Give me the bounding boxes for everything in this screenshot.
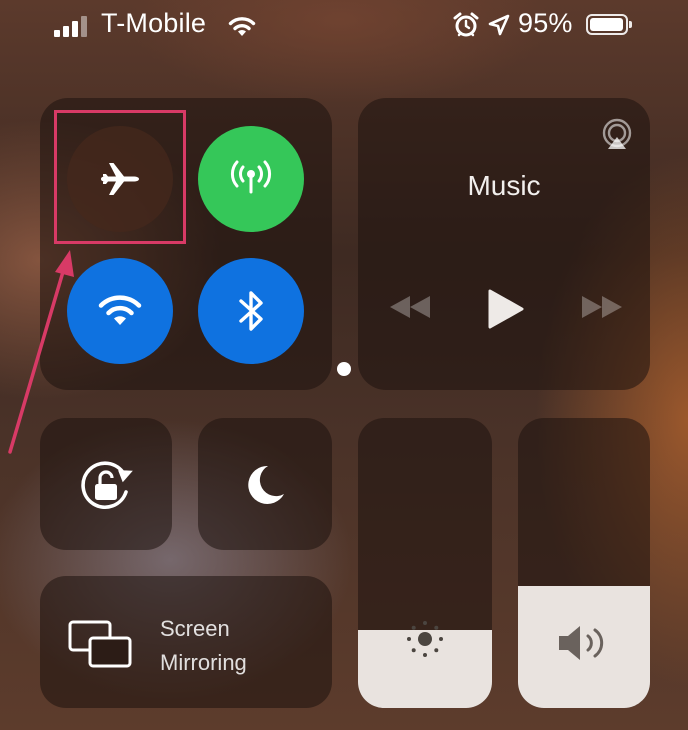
do-not-disturb-button[interactable] [198,418,332,550]
sun-icon [407,621,443,657]
screen-mirroring-button[interactable]: Screen Mirroring [40,576,332,708]
screen-mirroring-label-line1: Screen [160,616,230,641]
wifi-icon [98,295,142,325]
brightness-slider[interactable] [358,418,492,708]
cellular-data-button[interactable] [198,126,304,232]
airplane-highlight-box [54,110,186,244]
rotation-lock-button[interactable] [40,418,172,550]
speaker-icon [559,626,604,660]
cellular-antenna-icon [230,160,272,194]
rewind-icon[interactable] [388,294,432,320]
screen-mirroring-label-line2: Mirroring [160,650,247,675]
status-bar: T-Mobile 95% [0,0,688,50]
fast-forward-icon[interactable] [580,294,624,320]
wifi-status-icon [228,17,256,36]
alarm-icon [453,12,479,37]
carrier-name: T-Mobile [101,8,207,38]
battery-percent: 95% [518,8,573,38]
music-panel: Music [358,98,650,390]
bluetooth-toggle-button[interactable] [198,258,304,364]
page-indicator-dot [337,362,351,376]
music-title: Music [467,170,541,201]
location-arrow-icon [488,14,510,36]
wifi-toggle-button[interactable] [67,258,173,364]
play-icon[interactable] [486,288,526,330]
volume-slider[interactable] [518,418,650,708]
bluetooth-icon [239,291,263,331]
rotation-lock-icon [81,461,133,510]
battery-icon [586,14,632,35]
screen-mirroring-icon [68,620,132,668]
cellular-signal-icon [54,15,94,37]
airplay-icon[interactable] [600,118,634,152]
moon-icon [248,465,284,504]
